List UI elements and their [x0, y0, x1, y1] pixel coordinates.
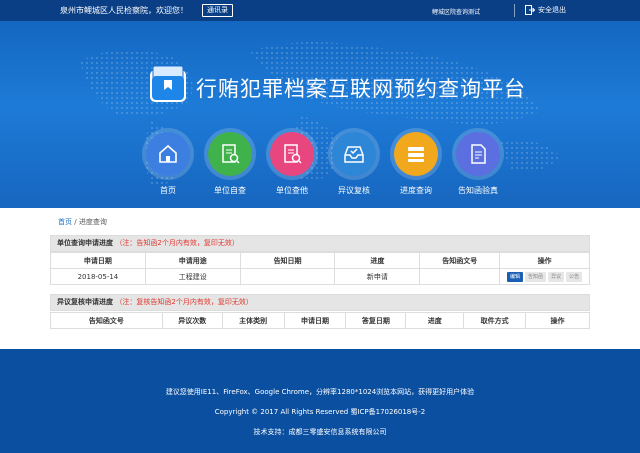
- footer: 建议您使用IE11、FireFox、Google Chrome，分辨率1280*…: [0, 349, 640, 453]
- site-title: 行贿犯罪档案互联网预约查询平台: [196, 77, 526, 101]
- section-unit-query-head: 单位查询申请进度 （注：告知函2个月内有效，复印无效）: [50, 235, 590, 252]
- col-header: 告知日期: [239, 252, 336, 269]
- logout-icon: [525, 5, 535, 15]
- section-objection-note: （注：复核告知函2个月内有效，复印无效）: [115, 298, 253, 306]
- nav-verify-letter-circle: [456, 132, 500, 176]
- col-header: 操作: [499, 252, 590, 269]
- breadcrumb: 首页 / 进度查询: [58, 217, 107, 227]
- col-header: 申请日期: [50, 252, 146, 269]
- edit-button[interactable]: 编辑: [507, 271, 524, 282]
- logout-button[interactable]: 安全退出: [525, 5, 566, 15]
- col-header: 告知函文号: [419, 252, 501, 269]
- nav-self-check[interactable]: 单位自查: [202, 132, 258, 196]
- logout-label: 安全退出: [538, 6, 566, 14]
- cell-date: 2018-05-14: [50, 268, 146, 285]
- nav-verify-letter[interactable]: 告知函验真: [450, 132, 506, 196]
- table-header-row: 申请日期 申请用途 告知日期 进度 告知函文号 操作: [50, 252, 590, 269]
- col-header: 申请日期: [283, 312, 347, 329]
- col-header: 告知函文号: [50, 312, 163, 329]
- doc-verify-icon: [471, 144, 486, 164]
- col-header: 操作: [525, 312, 590, 329]
- col-header: 取件方式: [463, 312, 527, 329]
- doc-search-icon: [222, 144, 240, 164]
- test-query-link[interactable]: 鲤城区院查询测试: [432, 7, 480, 16]
- footer-copyright: Copyright © 2017 All Rights Reserved 蜀IC…: [214, 408, 426, 416]
- inbox-check-icon: [344, 146, 364, 163]
- col-header: 进度: [405, 312, 465, 329]
- nav-verify-letter-label: 告知函验真: [458, 186, 498, 195]
- section-unit-query-note: （注：告知函2个月内有效，复印无效）: [115, 239, 239, 247]
- cell-progress: 新申请: [334, 268, 421, 285]
- col-header: 答复日期: [345, 312, 407, 329]
- cell-doc-no: [419, 268, 501, 285]
- cell-notify-date: [239, 268, 336, 285]
- breadcrumb-home[interactable]: 首页: [58, 218, 72, 226]
- platform-logo-icon: [150, 65, 186, 102]
- nav-self-check-circle: [208, 132, 252, 176]
- nav-check-other-label: 单位查他: [276, 186, 308, 195]
- section-objection-title: 异议复核申请进度: [57, 298, 113, 306]
- footer-browser-tip: 建议您使用IE11、FireFox、Google Chrome，分辨率1280*…: [165, 388, 475, 396]
- unit-query-table: 申请日期 申请用途 告知日期 进度 告知函文号 操作 2018-05-14 工程…: [50, 252, 590, 285]
- main-nav: 首页 单位自查 单位查他 异议复核 进度查询 告知函验真: [140, 132, 500, 208]
- cell-actions: 编辑 告知函 异议 公告: [499, 268, 590, 285]
- section-objection-head: 异议复核申请进度 （注：复核告知函2个月内有效，复印无效）: [50, 294, 590, 311]
- welcome-text: 泉州市鲤城区人民检察院，欢迎您！: [60, 6, 188, 15]
- nav-progress-query-circle: [394, 132, 438, 176]
- col-header: 主体类别: [221, 312, 285, 329]
- nav-home-label: 首页: [160, 186, 176, 195]
- nav-objection-review-circle: [332, 132, 376, 176]
- contacts-button[interactable]: 通讯录: [202, 4, 233, 17]
- nav-check-other[interactable]: 单位查他: [264, 132, 320, 196]
- col-header: 申请用途: [144, 252, 241, 269]
- footer-tech-support: 技术支持：成都三零盛安信息系统有限公司: [253, 428, 387, 436]
- announce-button[interactable]: 公告: [566, 271, 583, 282]
- nav-self-check-label: 单位自查: [214, 186, 246, 195]
- nav-objection-review-label: 异议复核: [338, 186, 370, 195]
- breadcrumb-current: 进度查询: [78, 218, 107, 226]
- nav-home-circle: [146, 132, 190, 176]
- nav-objection-review[interactable]: 异议复核: [326, 132, 382, 196]
- doc-search-icon: [284, 144, 302, 164]
- col-header: 异议次数: [161, 312, 223, 329]
- nav-progress-query-label: 进度查询: [400, 186, 432, 195]
- cell-purpose: 工程建设: [144, 268, 241, 285]
- top-bar: 泉州市鲤城区人民检察院，欢迎您！ 通讯录 鲤城区院查询测试 安全退出: [0, 0, 640, 21]
- col-header: 进度: [334, 252, 421, 269]
- breadcrumb-sep: /: [74, 218, 77, 226]
- notice-letter-button[interactable]: 告知函: [525, 271, 547, 282]
- section-unit-query-title: 单位查询申请进度: [57, 239, 113, 247]
- objection-button[interactable]: 异议: [548, 271, 565, 282]
- main-content: 首页 / 进度查询 单位查询申请进度 （注：告知函2个月内有效，复印无效） 申请…: [0, 208, 640, 349]
- nav-progress-query[interactable]: 进度查询: [388, 132, 444, 196]
- table-header-row: 告知函文号 异议次数 主体类别 申请日期 答复日期 进度 取件方式 操作: [50, 312, 590, 329]
- banner: 行贿犯罪档案互联网预约查询平台 首页 单位自查 单位查他 异议复核 进度查询 告…: [0, 21, 640, 208]
- objection-table: 告知函文号 异议次数 主体类别 申请日期 答复日期 进度 取件方式 操作: [50, 312, 590, 329]
- list-icon: [408, 147, 424, 162]
- nav-home[interactable]: 首页: [140, 132, 196, 196]
- home-icon: [159, 144, 177, 163]
- table-row: 2018-05-14 工程建设 新申请 编辑 告知函 异议 公告: [50, 268, 590, 285]
- nav-check-other-circle: [270, 132, 314, 176]
- divider: [514, 4, 515, 17]
